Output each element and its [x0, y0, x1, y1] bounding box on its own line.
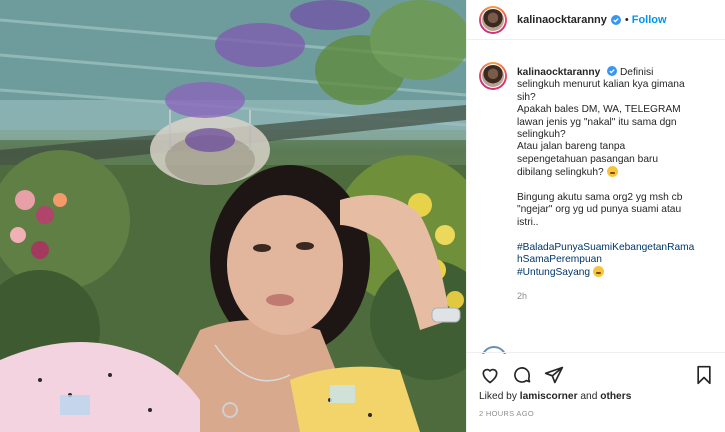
heart-icon[interactable]	[479, 364, 501, 386]
post-timestamp[interactable]: 2 HOURS AGO	[467, 402, 725, 418]
caption-line: dibilang selingkuh?	[517, 167, 604, 179]
hashtag-link[interactable]: #UntungSayang	[517, 267, 590, 278]
liker-username[interactable]: lamiscorner	[520, 391, 578, 402]
likes-others-link[interactable]: others	[600, 391, 631, 402]
paper-plane-icon[interactable]	[543, 364, 565, 386]
caption-line: Definisi	[619, 67, 654, 78]
post-photo-illustration	[0, 0, 466, 432]
caption-line: Apakah bales DM, WA, TELEGRAM	[517, 104, 681, 116]
likes-summary: Liked by lamiscorner and others	[467, 387, 725, 402]
hashtag-link[interactable]: #BaladaPunyaSuamiKebangetanRama	[517, 242, 717, 254]
caption-username[interactable]: kalinaocktaranny	[517, 67, 600, 78]
caption-line: lawan jenis yg "nakal" itu sama dgn	[517, 116, 677, 128]
bookmark-icon[interactable]	[693, 364, 715, 386]
smiling-face-emoji	[592, 266, 604, 278]
author-avatar[interactable]	[479, 5, 507, 34]
caption-line: selingkuh menurut kalian kya gimana	[517, 79, 685, 91]
likes-suffix: and	[577, 391, 601, 402]
caption-line: Bingung akutu sama org2 yg msh cb	[517, 192, 683, 204]
post-side-panel: kalinaocktaranny • Follow kalinaocktaran…	[466, 0, 725, 432]
caption-section: kalinaocktaranny Definisi selingkuh menu…	[479, 52, 717, 302]
caption-line: selingkuh?	[517, 129, 566, 141]
post-photo[interactable]	[0, 0, 466, 432]
post-header: kalinaocktaranny • Follow	[467, 0, 725, 40]
thinking-face-emoji	[606, 166, 618, 178]
caption-text: kalinaocktaranny Definisi selingkuh menu…	[517, 66, 717, 302]
follow-button[interactable]: Follow	[632, 14, 667, 26]
caption-line: sih?	[517, 91, 536, 103]
caption-line: sepengetahuan pasangan baru	[517, 153, 659, 165]
caption-line: Atau jalan bareng tanpa	[517, 141, 626, 153]
header-dot-separator: •	[624, 13, 629, 26]
verified-badge-icon	[607, 66, 618, 76]
verified-badge-icon	[610, 14, 621, 25]
comment-icon[interactable]	[511, 364, 533, 386]
post-actions: Liked by lamiscorner and others 2 HOURS …	[467, 352, 725, 418]
caption-author-avatar[interactable]	[479, 62, 507, 90]
hashtag-link[interactable]: hSamaPerempuan	[517, 254, 717, 266]
likes-prefix: Liked by	[479, 391, 520, 402]
author-username[interactable]: kalinaocktaranny	[517, 14, 607, 26]
caption-line: istri..	[517, 216, 539, 228]
caption-time[interactable]: 2h	[517, 290, 717, 302]
caption-line: "ngejar" org yg ud punya suami atau	[517, 204, 682, 216]
